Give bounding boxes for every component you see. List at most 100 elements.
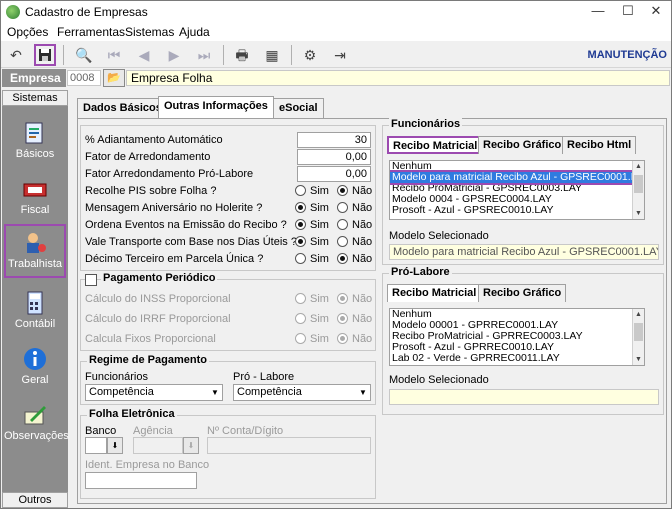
banco-lookup-button[interactable]: ⬇ xyxy=(107,437,123,454)
menu-ferramentas[interactable]: Ferramentas xyxy=(57,25,125,39)
calcula-fixos-label: Calcula Fixos Proporcional xyxy=(85,333,216,345)
folha-eletronica-group: Folha Eletrônica Banco ⬇ Agência ⬇ Nº Co… xyxy=(80,408,376,499)
sidebar-item-trabalhista[interactable]: Trabalhista xyxy=(4,224,66,278)
notes-icon xyxy=(24,406,46,425)
decimo-terceiro-nao-radio[interactable] xyxy=(337,253,348,264)
pagamento-periodico-checkbox[interactable] xyxy=(85,274,97,286)
worker-icon xyxy=(27,233,46,253)
empresa-name-field: Empresa Folha xyxy=(126,70,670,86)
conta-field[interactable] xyxy=(207,437,371,454)
calculo-irrf-label: Cálculo do IRRF Proporcional xyxy=(85,313,231,325)
toolbar: ↶ 🔍 ⏮ ◀ ▶ ⏭ 🖶 ▦ ⚙ ⇥ MANUTENÇÃO xyxy=(1,42,671,68)
prolabore-tabs: Recibo Matricial Recibo Gráfico xyxy=(387,284,659,304)
scrollbar[interactable]: ▲ ▼ xyxy=(632,161,644,219)
recolhe-pis-nao-radio[interactable] xyxy=(337,185,348,196)
pagamento-periodico-group: Pagamento Periódico Cálculo do INSS Prop… xyxy=(80,272,376,351)
vale-transporte-sim-radio[interactable] xyxy=(295,236,306,247)
tab-func-recibo-matricial[interactable]: Recibo Matricial xyxy=(387,136,484,154)
tab-func-recibo-html[interactable]: Recibo Html xyxy=(562,136,637,154)
tab-esocial[interactable]: eSocial xyxy=(273,98,324,118)
sidebar-item-observacoes[interactable]: Observações xyxy=(4,398,69,452)
regime-prolabore-select[interactable]: Competência ▼ xyxy=(233,384,371,401)
calculo-inss-sim-radio[interactable] xyxy=(295,293,306,304)
menu-sistemas[interactable]: Sistemas xyxy=(125,25,174,39)
undo-icon[interactable]: ↶ xyxy=(5,44,27,66)
mensagem-aniversario-nao-radio[interactable] xyxy=(337,202,348,213)
tab-pl-recibo-matricial[interactable]: Recibo Matricial xyxy=(387,284,482,302)
tab-outras-informacoes[interactable]: Outras Informações xyxy=(158,96,274,118)
empresa-label: Empresa xyxy=(2,69,66,87)
next-record-icon[interactable]: ▶ xyxy=(163,44,185,66)
sidebar-footer[interactable]: Outros xyxy=(2,492,68,508)
fator-pl-field[interactable]: 0,00 xyxy=(297,166,371,182)
regime-pagamento-group: Regime de Pagamento Funcionários Competê… xyxy=(80,354,376,405)
print-icon[interactable]: 🖶 xyxy=(231,44,253,66)
folha-eletronica-title: Folha Eletrônica xyxy=(87,408,177,420)
ident-empresa-field[interactable] xyxy=(85,472,197,489)
maximize-button[interactable]: ☐ xyxy=(613,1,643,23)
regime-pagamento-title: Regime de Pagamento xyxy=(87,354,209,366)
menu-ajuda[interactable]: Ajuda xyxy=(179,25,210,39)
tab-func-recibo-grafico[interactable]: Recibo Gráfico xyxy=(478,136,567,154)
recolhe-pis-sim-radio[interactable] xyxy=(295,185,306,196)
chevron-down-icon: ▼ xyxy=(211,388,219,397)
close-button[interactable]: ✕ xyxy=(641,1,671,23)
calcula-fixos-sim-radio[interactable] xyxy=(295,333,306,344)
menu-bar: Opções Ferramentas Sistemas Ajuda xyxy=(1,23,671,41)
funcionarios-group: Funcionários Recibo Matricial Recibo Grá… xyxy=(382,118,664,265)
banco-field[interactable] xyxy=(85,437,107,454)
adiantamento-field[interactable]: 30 xyxy=(297,132,371,148)
empresa-code-field[interactable]: 0008 xyxy=(67,70,101,86)
mode-label: MANUTENÇÃO xyxy=(587,49,667,61)
ident-empresa-label: Ident. Empresa no Banco xyxy=(85,459,210,471)
sidebar-item-fiscal[interactable]: Fiscal xyxy=(4,172,66,226)
sidebar-item-geral[interactable]: Geral xyxy=(4,342,66,396)
ordena-eventos-nao-radio[interactable] xyxy=(337,219,348,230)
open-folder-icon[interactable]: 📂 xyxy=(103,69,125,87)
fator-field[interactable]: 0,00 xyxy=(297,149,371,165)
fator-label: Fator de Arredondamento xyxy=(85,151,211,163)
list-item[interactable]: Prosoft - Azul - GPSREC0010.LAY xyxy=(390,205,644,216)
scrollbar[interactable]: ▲ ▼ xyxy=(632,309,644,365)
save-icon[interactable] xyxy=(34,44,56,66)
preview-icon[interactable]: 🔍 xyxy=(73,44,95,66)
regime-funcionarios-select[interactable]: Competência ▼ xyxy=(85,384,223,401)
calculator-icon[interactable]: ▦ xyxy=(261,44,283,66)
adiantamento-label: % Adiantamento Automático xyxy=(85,134,223,146)
window-title: Cadastro de Empresas xyxy=(25,5,148,19)
ordena-eventos-label: Ordena Eventos na Emissão do Recibo ? xyxy=(85,219,287,231)
prolabore-model-list[interactable]: Nenhum Modelo 00001 - GPRREC0001.LAY Rec… xyxy=(389,308,645,366)
agencia-field[interactable] xyxy=(133,437,183,454)
sidebar-item-basicos[interactable]: Básicos xyxy=(4,116,66,170)
first-record-icon[interactable]: ⏮ xyxy=(103,44,125,66)
calculo-inss-nao-radio[interactable] xyxy=(337,293,348,304)
fator-pl-label: Fator Arredondamento Pró-Labore xyxy=(85,168,254,180)
sidebar-item-contabil[interactable]: Contábil xyxy=(4,286,66,340)
sidebar-header[interactable]: Sistemas xyxy=(2,90,68,106)
regime-prolabore-label: Pró - Labore xyxy=(233,371,295,383)
pagamento-periodico-title: Pagamento Periódico xyxy=(101,272,218,284)
funcionarios-model-list[interactable]: Nenhum Modelo para matricial Recibo Azul… xyxy=(389,160,645,220)
minimize-button[interactable]: — xyxy=(583,1,613,23)
list-item[interactable]: Lab 02 - Verde - GPRREC0011.LAY xyxy=(390,353,644,364)
func-modelo-selecionado-field: Modelo para matricial Recibo Azul - GPSR… xyxy=(389,244,659,260)
outras-informacoes-panel: % Adiantamento Automático 30 Fator de Ar… xyxy=(77,118,667,504)
previous-record-icon[interactable]: ◀ xyxy=(133,44,155,66)
tab-pl-recibo-grafico[interactable]: Recibo Gráfico xyxy=(478,284,567,302)
settings-icon[interactable]: ⚙ xyxy=(299,44,321,66)
calculator-icon xyxy=(27,291,43,315)
calculo-irrf-sim-radio[interactable] xyxy=(295,313,306,324)
calculo-irrf-nao-radio[interactable] xyxy=(337,313,348,324)
funcionarios-title: Funcionários xyxy=(389,118,463,130)
tab-dados-basicos[interactable]: Dados Básicos xyxy=(77,98,168,118)
last-record-icon[interactable]: ⏭ xyxy=(193,44,215,66)
vale-transporte-nao-radio[interactable] xyxy=(337,236,348,247)
agencia-lookup-button[interactable]: ⬇ xyxy=(183,437,199,454)
calcula-fixos-nao-radio[interactable] xyxy=(337,333,348,344)
ordena-eventos-sim-radio[interactable] xyxy=(295,219,306,230)
exit-icon[interactable]: ⇥ xyxy=(329,44,351,66)
mensagem-aniversario-sim-radio[interactable] xyxy=(295,202,306,213)
empresa-bar: Empresa 0008 📂 Empresa Folha xyxy=(1,68,671,88)
decimo-terceiro-sim-radio[interactable] xyxy=(295,253,306,264)
menu-opcoes[interactable]: Opções xyxy=(7,25,48,39)
